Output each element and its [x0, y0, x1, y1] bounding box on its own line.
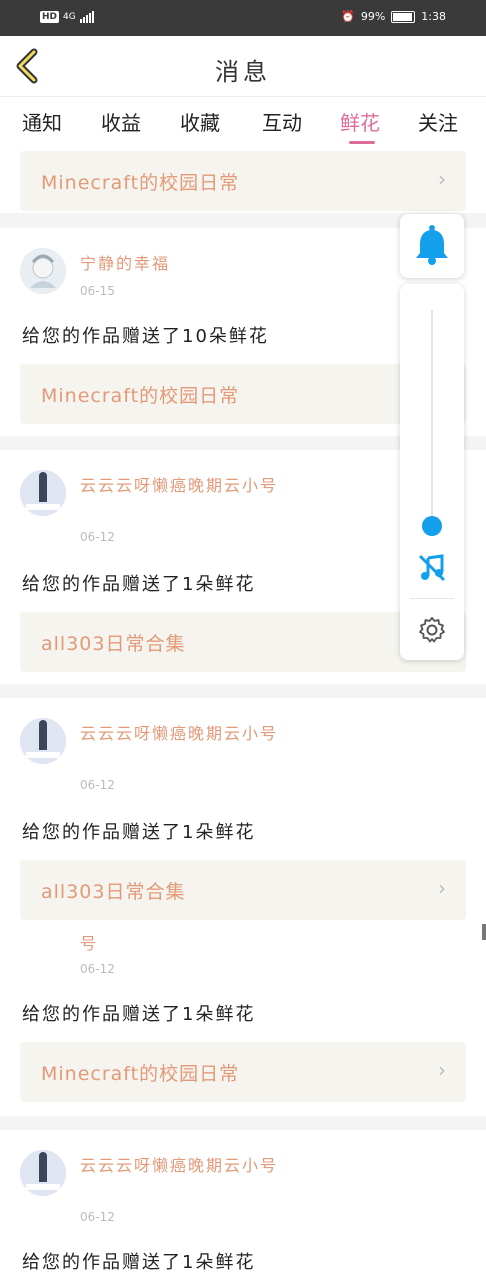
network-type: 4G	[63, 11, 76, 22]
work-title: Minecraft的校园日常	[41, 172, 240, 194]
battery-icon	[391, 10, 416, 23]
tab-bar: 通知 收益 收藏 互动 鲜花 关注	[0, 97, 486, 149]
username[interactable]: 云云云呀懒癌晚期云小号	[80, 722, 300, 746]
hd-badge: HD	[40, 10, 60, 23]
message-text: 给您的作品赠送了1朵鲜花	[22, 822, 256, 843]
date: 06-15	[80, 284, 115, 298]
work-link[interactable]: Minecraft的校园日常 ›	[20, 1042, 466, 1102]
active-tab-indicator	[349, 141, 375, 144]
chevron-right-icon: ›	[438, 167, 446, 191]
list-item: 号 06-12 给您的作品赠送了1朵鲜花 Minecraft的校园日常 ›	[0, 932, 486, 1116]
username[interactable]: 号	[80, 932, 300, 956]
work-title: Minecraft的校园日常	[41, 1063, 240, 1085]
list-item: 云云云呀懒癌晚期云小号 06-12 给您的作品赠送了1朵鲜花	[0, 1130, 486, 1280]
message-text: 给您的作品赠送了1朵鲜花	[22, 1252, 256, 1273]
username[interactable]: 云云云呀懒癌晚期云小号	[80, 474, 300, 498]
battery-text: 99%	[360, 10, 386, 23]
work-title: all303日常合集	[41, 633, 186, 655]
date: 06-12	[80, 1210, 115, 1224]
list-item: Minecraft的校园日常 ›	[0, 149, 486, 213]
avatar[interactable]	[20, 248, 66, 294]
avatar[interactable]	[20, 1150, 66, 1196]
tab-interactions[interactable]: 互动	[262, 107, 302, 136]
message-text: 给您的作品赠送了1朵鲜花	[22, 574, 256, 595]
chevron-right-icon: ›	[438, 876, 446, 900]
message-text: 给您的作品赠送了10朵鲜花	[22, 326, 269, 347]
date: 06-12	[80, 778, 115, 792]
bell-icon	[416, 225, 448, 265]
tab-following[interactable]: 关注	[418, 107, 458, 136]
page-title: 消息	[215, 58, 271, 86]
app-header: 消息	[0, 36, 486, 97]
signal-icon	[79, 10, 95, 23]
avatar[interactable]	[20, 718, 66, 764]
username[interactable]: 宁静的幸福	[80, 252, 300, 276]
volume-slider-track[interactable]	[431, 310, 433, 524]
tab-flowers[interactable]: 鲜花	[340, 107, 380, 136]
avatar[interactable]	[20, 470, 66, 516]
work-link[interactable]: all303日常合集 ›	[20, 860, 466, 920]
tab-notifications[interactable]: 通知	[22, 107, 62, 136]
chevron-right-icon: ›	[438, 1058, 446, 1082]
tab-earnings[interactable]: 收益	[101, 107, 141, 136]
alarm-icon: ⏰	[341, 10, 355, 23]
date: 06-12	[80, 962, 115, 976]
clock: 1:38	[421, 10, 446, 23]
work-title: Minecraft的校园日常	[41, 385, 240, 407]
floating-panel	[400, 284, 464, 660]
message-text: 给您的作品赠送了1朵鲜花	[22, 1004, 256, 1025]
divider	[410, 598, 454, 599]
list-item: 云云云呀懒癌晚期云小号 06-12 给您的作品赠送了1朵鲜花 all303日常合…	[0, 698, 486, 932]
music-off-icon[interactable]	[416, 552, 448, 584]
status-bar: HD 4G ⏰ 99% 1:38	[0, 0, 486, 36]
gear-icon[interactable]	[418, 616, 446, 644]
scrollbar[interactable]	[482, 924, 486, 940]
date: 06-12	[80, 530, 115, 544]
volume-slider-knob[interactable]	[422, 516, 442, 536]
work-link[interactable]: Minecraft的校园日常 ›	[20, 151, 466, 211]
username[interactable]: 云云云呀懒癌晚期云小号	[80, 1154, 300, 1178]
bell-button[interactable]	[400, 214, 464, 278]
tab-favorites[interactable]: 收藏	[180, 107, 220, 136]
work-title: all303日常合集	[41, 881, 186, 903]
